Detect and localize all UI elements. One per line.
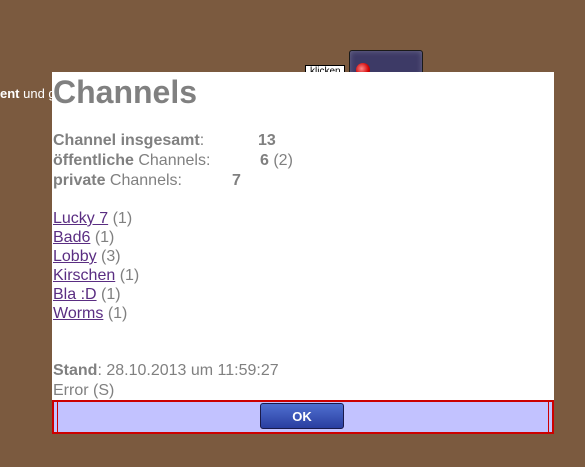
list-item: Lucky 7 (1)	[53, 210, 132, 228]
list-item: Lobby (3)	[53, 248, 121, 266]
stat-total-colon: :	[199, 132, 205, 149]
channel-link-bla-d[interactable]: Bla :D	[53, 286, 97, 303]
background-page-text: ent und g	[0, 86, 56, 101]
footer-divider-right	[548, 402, 549, 432]
channel-count: (1)	[96, 286, 121, 303]
stat-public-label-bold: öffentliche	[53, 152, 134, 169]
stat-public-number: 6	[260, 152, 269, 169]
stand-value: : 28.10.2013 um 11:59:27	[97, 362, 279, 379]
channels-dialog: Channels Channel insgesamt: 13 öffentlic…	[52, 72, 554, 434]
list-item: Bla :D (1)	[53, 286, 121, 304]
channel-link-bad6[interactable]: Bad6	[53, 229, 90, 246]
dialog-footer: OK	[52, 400, 554, 434]
channel-count: (1)	[90, 229, 115, 246]
ok-button[interactable]: OK	[260, 403, 344, 429]
stat-private-label: private Channels:	[53, 172, 182, 190]
stand-timestamp: Stand: 28.10.2013 um 11:59:27	[53, 362, 279, 380]
channel-count: (1)	[115, 267, 140, 284]
stat-private-value: 7	[232, 172, 241, 189]
dialog-title: Channels	[53, 74, 198, 110]
list-item: Kirschen (1)	[53, 267, 139, 285]
footer-divider-left	[57, 402, 58, 432]
stat-total-label: Channel insgesamt:	[53, 132, 204, 150]
background-text-rest: und g	[19, 86, 56, 101]
channel-count: (1)	[108, 210, 133, 227]
stat-private-label-bold: private	[53, 172, 106, 189]
channel-link-kirschen[interactable]: Kirschen	[53, 267, 115, 284]
channel-count: (1)	[103, 305, 128, 322]
stat-public-label: öffentliche Channels:	[53, 152, 210, 170]
list-item: Worms (1)	[53, 305, 127, 323]
channel-link-worms[interactable]: Worms	[53, 305, 103, 322]
stat-public-label-rest: Channels:	[133, 152, 211, 169]
channel-count: (3)	[96, 248, 121, 265]
stand-label: Stand	[53, 362, 98, 379]
channel-link-lobby[interactable]: Lobby	[53, 248, 97, 265]
list-item: Bad6 (1)	[53, 229, 114, 247]
stat-public-extra: (2)	[268, 152, 293, 169]
stat-private-label-rest: Channels:	[105, 172, 182, 189]
stat-total-label-text: Channel insgesamt	[53, 132, 200, 149]
stat-public-value: 6 (2)	[260, 152, 293, 170]
background-text-bold: ent	[0, 86, 20, 101]
channel-link-lucky-7[interactable]: Lucky 7	[53, 210, 108, 227]
stat-total-value: 13	[258, 132, 276, 149]
error-text: Error (S)	[53, 382, 115, 399]
